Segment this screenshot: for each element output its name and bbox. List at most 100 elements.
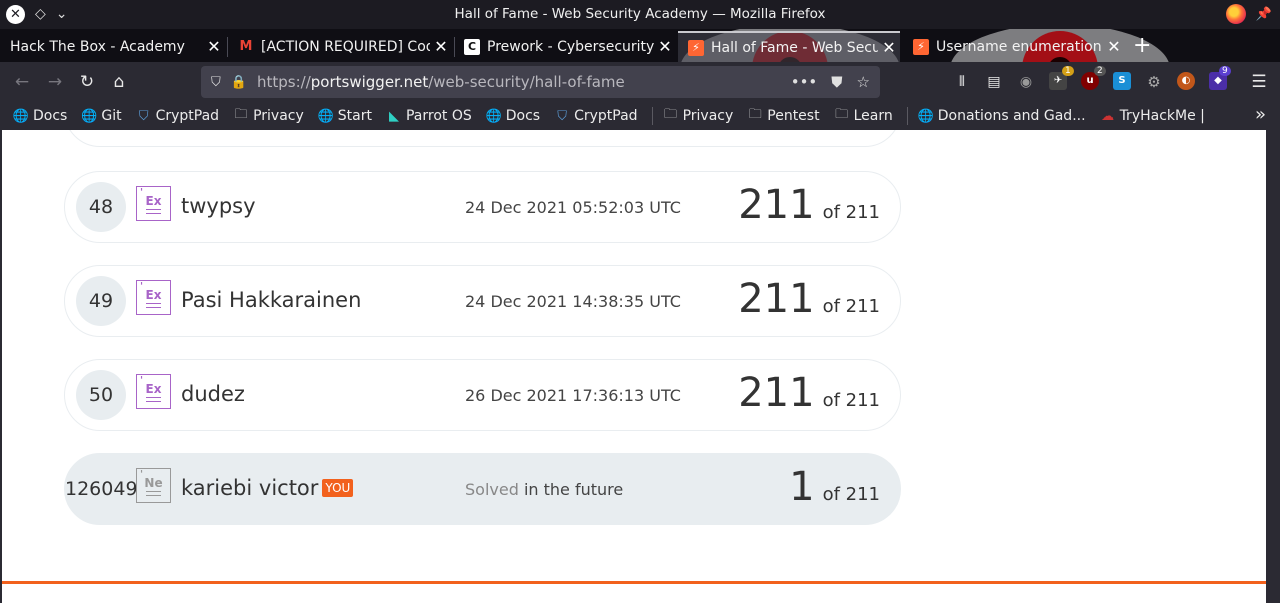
- score-solved: 211: [738, 370, 815, 416]
- tab-hack-the-box[interactable]: Hack The Box - Academy ✕: [0, 31, 225, 62]
- bookmark-label: CryptPad: [155, 108, 220, 124]
- extension-circle-icon[interactable]: ◉: [1015, 71, 1037, 93]
- page-actions-menu-icon[interactable]: •••: [791, 73, 818, 91]
- score: 211 of 211: [738, 276, 880, 322]
- tab-label: Prework - Cybersecurity: [487, 38, 654, 55]
- score-total: of 211: [822, 296, 880, 317]
- forward-arrow-icon[interactable]: →: [44, 71, 66, 93]
- folder-icon: 🗀: [664, 107, 678, 122]
- shield-icon: ⛉: [557, 108, 567, 124]
- score: 211 of 211: [738, 370, 880, 416]
- url-scheme: https://: [257, 73, 311, 91]
- bookmark-tryhackme[interactable]: ☁ TryHackMe |: [1100, 108, 1205, 124]
- tracking-shield-icon[interactable]: ⛉: [211, 75, 221, 90]
- bookmark-docs[interactable]: 🌐 Docs: [13, 108, 67, 124]
- bookmark-folder-pentest[interactable]: 🗀 Pentest: [747, 107, 820, 124]
- bookmark-folder-privacy[interactable]: 🗀 Privacy: [233, 107, 304, 124]
- new-tab-plus-icon[interactable]: +: [1133, 33, 1151, 58]
- close-tab-icon[interactable]: ✕: [430, 37, 452, 56]
- library-icon[interactable]: ⫴: [951, 71, 973, 93]
- close-tab-icon[interactable]: ✕: [203, 37, 225, 56]
- bookmark-folder-privacy-2[interactable]: 🗀 Privacy: [663, 107, 734, 124]
- bookmark-label: Parrot OS: [405, 108, 472, 124]
- user-name: kariebi victor YOU: [181, 476, 354, 500]
- bookmark-label: Start: [337, 108, 372, 124]
- user-name: dudez: [181, 382, 245, 406]
- portswigger-icon: ⚡: [688, 39, 704, 56]
- close-tab-icon[interactable]: ✕: [1103, 37, 1125, 56]
- score-total: of 211: [822, 202, 880, 223]
- rank-number: 49: [76, 276, 126, 326]
- tab-prework-cybersecurity[interactable]: C Prework - Cybersecurity ✕: [454, 31, 676, 62]
- completion-date: 24 Dec 2021 14:38:35 UTC: [465, 292, 681, 311]
- hamburger-menu-icon[interactable]: ☰: [1248, 71, 1270, 93]
- bookmark-separator: [651, 107, 653, 125]
- pocket-icon[interactable]: ⛊: [831, 73, 842, 91]
- bookmark-donations[interactable]: 🌐 Donations and Gad...: [918, 108, 1086, 124]
- bookmark-cryptpad-2[interactable]: ⛉ CryptPad: [554, 108, 637, 124]
- bookmark-parrot-os[interactable]: ◣ Parrot OS: [386, 108, 472, 124]
- bookmark-label: Git: [101, 108, 122, 124]
- window-title: Hall of Fame - Web Security Academy — Mo…: [454, 6, 826, 22]
- user-name: Pasi Hakkarainen: [181, 288, 362, 312]
- parrot-icon: ◣: [388, 108, 399, 124]
- globe-icon: 🌐: [81, 108, 98, 124]
- tab-label: Username enumeration: [936, 38, 1102, 55]
- extension-badge: 2: [1094, 66, 1106, 76]
- bookmark-docs-2[interactable]: 🌐 Docs: [486, 108, 540, 124]
- url-path: /web-security/hall-of-fame: [428, 73, 625, 91]
- tryhackme-icon: ☁: [1101, 108, 1115, 124]
- reload-icon[interactable]: ↻: [76, 71, 98, 93]
- url-bar[interactable]: ⛉ 🔒 https://portswigger.net/web-security…: [201, 66, 880, 98]
- extension-gear-icon[interactable]: ⚙: [1143, 71, 1165, 93]
- completion-status: Solved in the future: [465, 480, 623, 499]
- close-tab-icon[interactable]: ✕: [654, 37, 676, 56]
- score-solved: 211: [738, 276, 815, 322]
- bookmark-label: Docs: [33, 108, 68, 124]
- leaderboard-row: 48 Ex twypsy 24 Dec 2021 05:52:03 UTC 21…: [64, 171, 901, 243]
- shield-icon: ⛉: [138, 108, 149, 124]
- newbie-badge-icon: Ne: [136, 461, 171, 503]
- globe-icon: 🌐: [485, 108, 502, 124]
- score: 1 of 211: [789, 464, 880, 510]
- tab-label: [ACTION REQUIRED] Code: [261, 38, 430, 55]
- url-text[interactable]: https://portswigger.net/web-security/hal…: [257, 73, 791, 91]
- bookmark-start[interactable]: 🌐 Start: [318, 108, 372, 124]
- bookmark-git[interactable]: 🌐 Git: [81, 108, 121, 124]
- gmail-icon: M: [239, 39, 253, 54]
- bookmark-folder-learn[interactable]: 🗀 Learn: [834, 107, 893, 124]
- extension-s-icon[interactable]: S: [1113, 72, 1131, 90]
- sidebar-icon[interactable]: ▤: [983, 71, 1005, 93]
- page-content: 48 Ex twypsy 24 Dec 2021 05:52:03 UTC 21…: [2, 130, 1266, 603]
- tab-gmail-action-required[interactable]: M [ACTION REQUIRED] Code ✕: [228, 31, 452, 62]
- navigation-toolbar: ← → ↻ ⌂ ⛉ 🔒 https://portswigger.net/web-…: [0, 62, 1280, 102]
- extension-orange-icon[interactable]: ◐: [1177, 72, 1195, 90]
- leaderboard-row-partial: [64, 130, 901, 147]
- url-domain: portswigger.net: [310, 73, 429, 91]
- pin-icon[interactable]: 📌: [1256, 7, 1272, 22]
- home-icon[interactable]: ⌂: [108, 71, 130, 93]
- bookmarks-overflow-chevron-icon[interactable]: »: [1255, 104, 1266, 125]
- score-total: of 211: [822, 390, 880, 411]
- bookmark-star-icon[interactable]: ☆: [857, 73, 870, 91]
- tab-username-enumeration[interactable]: ⚡ Username enumeration ✕: [903, 31, 1125, 62]
- bookmark-cryptpad[interactable]: ⛉ CryptPad: [136, 108, 219, 124]
- rank-number: 50: [76, 370, 126, 420]
- codepath-icon: C: [464, 38, 480, 55]
- back-arrow-icon[interactable]: ←: [11, 71, 33, 93]
- bookmark-label: Pentest: [767, 108, 820, 124]
- lock-icon[interactable]: 🔒: [231, 75, 247, 90]
- tab-hall-of-fame[interactable]: ⚡ Hall of Fame - Web Secu ✕: [678, 31, 900, 62]
- leaderboard-row: 49 Ex Pasi Hakkarainen 24 Dec 2021 14:38…: [64, 265, 901, 337]
- tab-strip: Hack The Box - Academy ✕ M [ACTION REQUI…: [0, 29, 1280, 62]
- bookmarks-toolbar: 🌐 Docs 🌐 Git ⛉ CryptPad 🗀 Privacy 🌐 Start ◣ Pa…: [0, 102, 1280, 130]
- solved-when: in the future: [518, 480, 624, 499]
- bookmark-label: Privacy: [682, 108, 734, 124]
- close-tab-icon[interactable]: ✕: [878, 38, 900, 57]
- leaderboard-row-current-user: 126049 Ne kariebi victorYOU Solved in th…: [64, 453, 901, 525]
- globe-icon: 🌐: [12, 108, 30, 124]
- tab-label: Hack The Box - Academy: [10, 38, 185, 55]
- completion-date: 26 Dec 2021 17:36:13 UTC: [465, 386, 681, 405]
- bookmark-label: Privacy: [253, 108, 304, 124]
- bookmark-separator: [906, 107, 908, 125]
